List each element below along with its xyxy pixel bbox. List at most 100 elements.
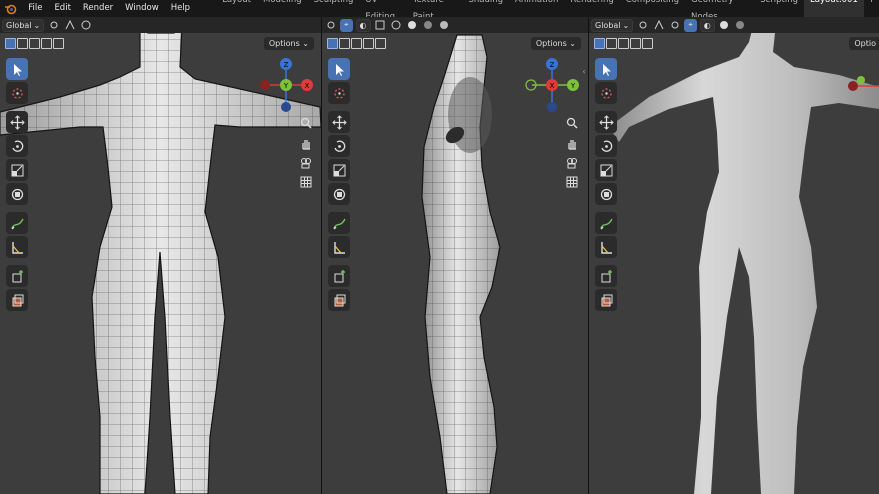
select-box-tool-icon[interactable]: [6, 58, 28, 80]
viewport-side-wireframe[interactable]: ⌖ ◐ Options ⌄ ‹ Z Y X: [322, 17, 588, 494]
annotate-tool-icon[interactable]: [328, 212, 350, 234]
extrude-tool-icon[interactable]: [595, 289, 617, 311]
cursor-tool-icon[interactable]: [328, 82, 350, 104]
measure-tool-icon[interactable]: [328, 236, 350, 258]
move-tool-icon[interactable]: [328, 111, 350, 133]
extrude-tool-icon[interactable]: [328, 289, 350, 311]
orientation-dropdown[interactable]: Global ⌄: [591, 18, 634, 32]
annotate-tool-icon[interactable]: [595, 212, 617, 234]
main-menu: File Edit Render Window Help: [22, 0, 196, 17]
add-cube-tool-icon[interactable]: [328, 265, 350, 287]
gizmo-toggle[interactable]: ⌖: [340, 18, 353, 32]
perspective-grid-icon[interactable]: [299, 175, 313, 189]
select-extend-icon[interactable]: [339, 37, 350, 49]
measure-tool-icon[interactable]: [595, 236, 617, 258]
select-invert-icon[interactable]: [363, 37, 374, 49]
camera-view-icon[interactable]: [299, 156, 313, 170]
add-cube-tool-icon[interactable]: [595, 265, 617, 287]
menu-edit[interactable]: Edit: [48, 0, 76, 17]
navigation-gizmo[interactable]: Z Y X: [524, 57, 580, 113]
navigation-gizmo-partial[interactable]: [847, 72, 879, 102]
options-dropdown[interactable]: Options ⌄: [530, 37, 581, 50]
select-invert-icon[interactable]: [41, 37, 52, 49]
options-dropdown[interactable]: Options ⌄: [263, 37, 314, 50]
gizmo-x-label: X: [305, 82, 310, 90]
select-extend-icon[interactable]: [17, 37, 28, 49]
select-subtract-icon[interactable]: [618, 37, 629, 49]
select-new-icon[interactable]: [5, 37, 16, 49]
shading-rendered-icon[interactable]: [438, 19, 451, 32]
rotate-tool-icon[interactable]: [595, 135, 617, 157]
select-extend-icon[interactable]: [606, 37, 617, 49]
select-new-icon[interactable]: [327, 37, 338, 49]
gizmo-x-axis-icon: [848, 81, 858, 91]
overlays-dropdown[interactable]: ◐: [355, 18, 371, 32]
pan-hand-icon[interactable]: [299, 137, 313, 151]
select-subtract-icon[interactable]: [29, 37, 40, 49]
extrude-tool-icon[interactable]: [6, 289, 28, 311]
cursor-tool-icon[interactable]: [6, 82, 28, 104]
shading-wireframe-icon[interactable]: [390, 19, 403, 32]
select-box-tool-icon[interactable]: [328, 58, 350, 80]
snap-icon[interactable]: [63, 19, 76, 32]
rotate-tool-icon[interactable]: [328, 135, 350, 157]
transform-tool-icon[interactable]: [328, 183, 350, 205]
scale-tool-icon[interactable]: [328, 159, 350, 181]
add-cube-tool-icon[interactable]: [6, 265, 28, 287]
blender-logo-icon[interactable]: [3, 0, 18, 17]
overlays-dropdown[interactable]: ◐: [699, 18, 715, 32]
transform-pivot-icon[interactable]: [636, 19, 649, 32]
snap-icon[interactable]: [652, 19, 665, 32]
view-object-types-icon[interactable]: [324, 19, 337, 32]
orientation-dropdown[interactable]: Global ⌄: [2, 18, 45, 32]
scale-tool-icon[interactable]: [6, 159, 28, 181]
select-box-tool-icon[interactable]: [595, 58, 617, 80]
scale-tool-icon[interactable]: [595, 159, 617, 181]
camera-view-icon[interactable]: [565, 156, 579, 170]
select-intersect-icon[interactable]: [375, 37, 386, 49]
collapse-sidebar-icon[interactable]: ‹: [580, 67, 588, 77]
cursor-tool-icon[interactable]: [595, 82, 617, 104]
gizmo-y-axis-icon: [857, 76, 865, 84]
navigation-gizmo[interactable]: Z X Y: [258, 57, 314, 113]
gizmo-toggle[interactable]: ⌖: [684, 18, 697, 32]
select-new-icon[interactable]: [594, 37, 605, 49]
transform-tool-icon[interactable]: [6, 183, 28, 205]
transform-tool-icon[interactable]: [595, 183, 617, 205]
select-intersect-icon[interactable]: [642, 37, 653, 49]
viewport-solid-shaded[interactable]: Global ⌄ ⌖ ◐ Optio: [589, 17, 879, 494]
menu-render[interactable]: Render: [77, 0, 119, 17]
xray-toggle-icon[interactable]: [374, 19, 387, 32]
zoom-icon[interactable]: [565, 116, 579, 130]
annotate-tool-icon[interactable]: [6, 212, 28, 234]
select-invert-icon[interactable]: [630, 37, 641, 49]
menu-help[interactable]: Help: [165, 0, 196, 17]
menu-file[interactable]: File: [22, 0, 48, 17]
viewport-front-wireframe[interactable]: Global ⌄ Options ⌄ Z X Y: [0, 17, 321, 494]
shading-material-icon[interactable]: [734, 19, 747, 32]
select-subtract-icon[interactable]: [351, 37, 362, 49]
shading-solid-icon[interactable]: [718, 19, 731, 32]
zoom-icon[interactable]: [299, 116, 313, 130]
gizmo-z-label: Z: [550, 61, 555, 69]
gizmo-z-label: Z: [284, 61, 289, 69]
tool-bar: [328, 58, 352, 313]
rotate-tool-icon[interactable]: [6, 135, 28, 157]
options-dropdown[interactable]: Optio: [849, 37, 879, 50]
tool-bar: [6, 58, 30, 313]
pan-hand-icon[interactable]: [565, 137, 579, 151]
move-tool-icon[interactable]: [595, 111, 617, 133]
measure-tool-icon[interactable]: [6, 236, 28, 258]
shading-solid-icon[interactable]: [406, 19, 419, 32]
view-object-types-icon[interactable]: [668, 19, 681, 32]
select-mode-bar: [589, 33, 879, 53]
proportional-editing-icon[interactable]: [79, 19, 92, 32]
transform-pivot-icon[interactable]: [47, 19, 60, 32]
menu-window[interactable]: Window: [119, 0, 165, 17]
top-bar: File Edit Render Window Help Layout Mode…: [0, 0, 879, 26]
move-tool-icon[interactable]: [6, 111, 28, 133]
shading-material-icon[interactable]: [422, 19, 435, 32]
select-intersect-icon[interactable]: [53, 37, 64, 49]
viewport-header: ⌖ ◐: [322, 17, 588, 33]
perspective-grid-icon[interactable]: [565, 175, 579, 189]
